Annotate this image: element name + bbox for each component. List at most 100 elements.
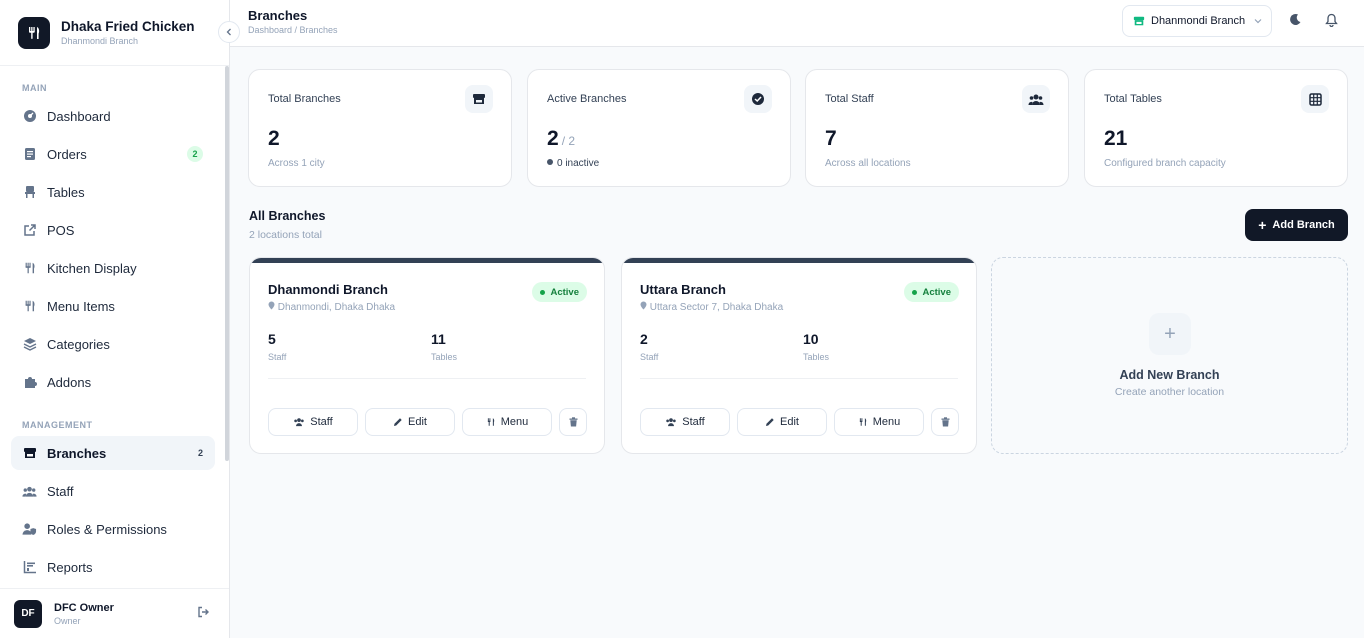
status-badge: Active: [904, 282, 959, 302]
sidebar-item-staff[interactable]: Staff: [11, 474, 215, 508]
orders-count-badge: 2: [187, 146, 203, 162]
sidebar-item-label: Roles & Permissions: [47, 521, 167, 537]
stat-title: Total Branches: [268, 93, 341, 105]
status-badge-label: Active: [550, 286, 579, 298]
sidebar-item-label: Orders: [47, 146, 87, 162]
status-dot: [912, 289, 918, 295]
chart-icon: [22, 560, 37, 575]
logout-icon[interactable]: [197, 605, 209, 623]
add-new-branch-card[interactable]: + Add New Branch Create another location: [991, 257, 1348, 454]
collapse-sidebar-button[interactable]: [218, 21, 240, 43]
stat-value: 2/ 2: [547, 127, 575, 151]
menu-button[interactable]: Menu: [834, 408, 924, 436]
branch-location: Dhanmondi, Dhaka Dhaka: [268, 301, 395, 313]
sidebar-item-dashboard[interactable]: Dashboard: [11, 99, 215, 133]
sidebar-item-label: Tables: [47, 184, 85, 200]
chair-icon: [22, 185, 37, 200]
branch-tables-count: 10: [803, 331, 819, 347]
delete-button[interactable]: [931, 408, 959, 436]
sidebar-item-menu-items[interactable]: Menu Items: [11, 289, 215, 323]
utensils-icon: [487, 418, 494, 426]
sidebar-item-label: Staff: [47, 483, 74, 499]
pencil-icon: [394, 418, 402, 426]
sidebar-item-reports[interactable]: Reports: [11, 550, 215, 584]
sidebar-item-label: Categories: [47, 336, 110, 352]
bell-icon[interactable]: [1325, 13, 1338, 32]
page-title: Branches: [248, 8, 308, 23]
sidebar-item-roles-permissions[interactable]: Roles & Permissions: [11, 512, 215, 546]
trash-icon: [569, 417, 577, 427]
sidebar-item-branches[interactable]: Branches 2: [11, 436, 215, 470]
sidebar-item-addons[interactable]: Addons: [11, 365, 215, 399]
delete-button[interactable]: [559, 408, 587, 436]
store-icon: [22, 446, 37, 461]
card-divider: [268, 378, 586, 379]
chevron-left-icon: [226, 28, 231, 36]
plus-icon: +: [1258, 217, 1267, 233]
layers-icon: [22, 337, 37, 352]
stat-value-number: 2: [547, 127, 559, 150]
stat-title: Total Staff: [825, 93, 874, 105]
map-pin-icon: [640, 301, 647, 313]
stat-subtext: Across all locations: [825, 158, 911, 169]
branch-card-uttara: Uttara Branch Uttara Sector 7, Dhaka Dha…: [621, 257, 977, 454]
stat-card-total-tables: Total Tables 21 Configured branch capaci…: [1084, 69, 1348, 187]
utensils-icon: [22, 299, 37, 314]
branch-location: Uttara Sector 7, Dhaka Dhaka: [640, 301, 783, 313]
branch-staff-label: Staff: [268, 352, 287, 362]
add-branch-button[interactable]: + Add Branch: [1245, 209, 1348, 241]
sidebar-item-label: Dashboard: [47, 108, 111, 124]
sidebar-item-label: Addons: [47, 374, 92, 390]
status-badge-label: Active: [922, 286, 951, 298]
staff-button[interactable]: Staff: [268, 408, 358, 436]
stat-title: Active Branches: [547, 93, 627, 105]
sidebar-item-categories[interactable]: Categories: [11, 327, 215, 361]
sidebar-item-orders[interactable]: Orders 2: [11, 137, 215, 171]
puzzle-icon: [22, 375, 37, 390]
sidebar-item-kitchen-display[interactable]: Kitchen Display: [11, 251, 215, 285]
menu-button[interactable]: Menu: [462, 408, 552, 436]
brand-branch: Dhanmondi Branch: [61, 36, 139, 46]
check-circle-icon: [744, 85, 772, 113]
sidebar-scrollbar[interactable]: [225, 66, 229, 461]
stat-subtext: Across 1 city: [268, 158, 325, 169]
branch-location-text: Dhanmondi, Dhaka Dhaka: [277, 302, 396, 313]
stat-subtext: Configured branch capacity: [1104, 158, 1226, 169]
branch-staff-count: 2: [640, 331, 648, 347]
sidebar-nav: MAIN Dashboard Orders 2 Tables POS Kitch…: [0, 66, 229, 588]
menu-button-label: Menu: [872, 416, 901, 428]
sidebar-item-pos[interactable]: POS: [11, 213, 215, 247]
sidebar-item-label: POS: [47, 222, 75, 238]
store-icon: [465, 85, 493, 113]
utensils-icon: [859, 418, 866, 426]
chevron-down-icon: [1254, 16, 1262, 26]
edit-button[interactable]: Edit: [365, 408, 455, 436]
stat-value: 2: [268, 127, 280, 150]
plus-icon: +: [1149, 313, 1191, 355]
staff-button[interactable]: Staff: [640, 408, 730, 436]
branch-tables-label: Tables: [803, 352, 830, 362]
add-new-branch-subtitle: Create another location: [1114, 386, 1225, 398]
all-branches-subtitle: 2 locations total: [249, 229, 322, 241]
brand-header: Dhaka Fried Chicken Dhanmondi Branch: [0, 0, 240, 66]
store-icon: [1133, 15, 1145, 27]
moon-icon[interactable]: [1289, 13, 1302, 31]
branch-card-dhanmondi: Dhanmondi Branch Dhanmondi, Dhaka Dhaka …: [249, 257, 605, 454]
edit-button[interactable]: Edit: [737, 408, 827, 436]
utensils-icon: [22, 261, 37, 276]
top-header: Branches Dashboard / Branches Dhanmondi …: [230, 0, 1364, 47]
branch-selector[interactable]: Dhanmondi Branch: [1122, 5, 1272, 37]
grid-icon: [1301, 85, 1329, 113]
stat-card-active-branches: Active Branches 2/ 2 0 inactive: [527, 69, 791, 187]
map-pin-icon: [268, 301, 275, 313]
dashboard-icon: [22, 109, 37, 124]
edit-button-label: Edit: [780, 416, 799, 428]
branch-staff-count: 5: [268, 331, 276, 347]
staff-button-label: Staff: [682, 416, 705, 428]
sidebar-item-tables[interactable]: Tables: [11, 175, 215, 209]
stat-value: 21: [1104, 127, 1128, 150]
card-accent-bar: [622, 258, 976, 263]
section-label-main: MAIN: [22, 83, 47, 93]
users-icon: [22, 484, 37, 499]
status-dot: [547, 159, 553, 166]
